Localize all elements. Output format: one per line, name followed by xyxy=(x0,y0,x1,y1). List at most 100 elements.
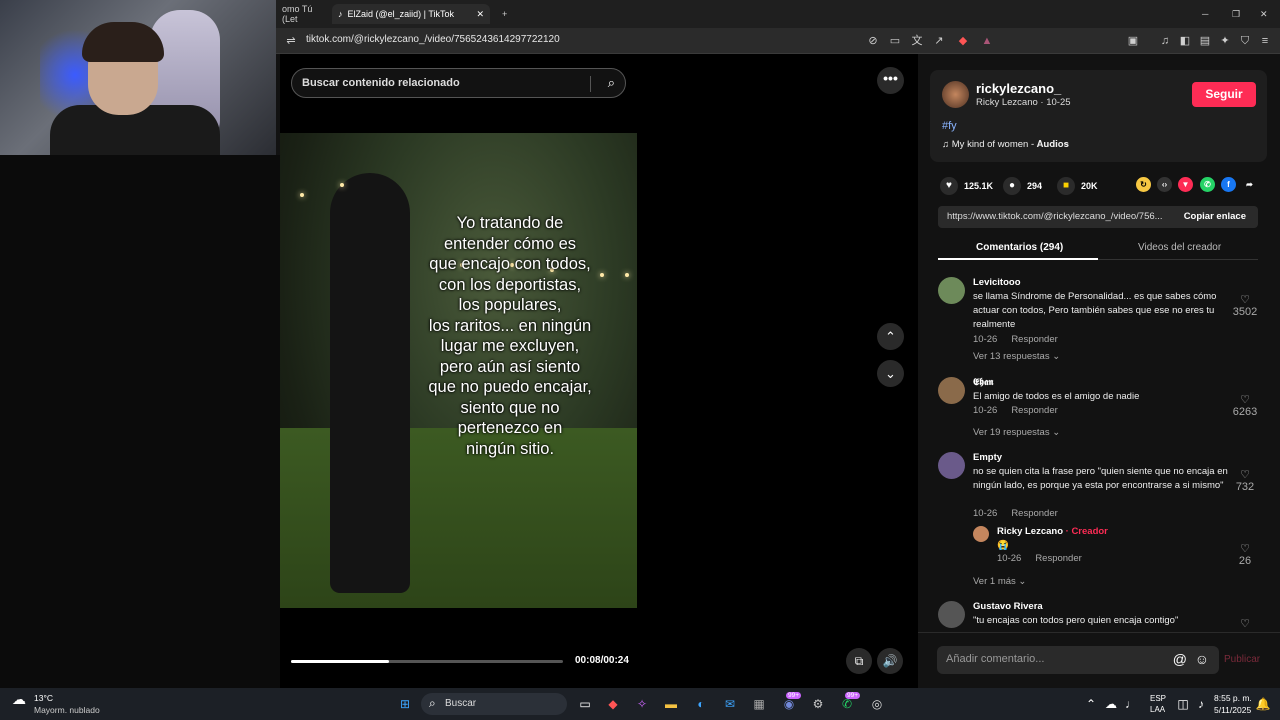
publish-button[interactable]: Publicar xyxy=(1224,654,1260,665)
translate-icon[interactable]: 文 xyxy=(910,34,924,48)
comment-like[interactable]: ♡ 732 xyxy=(1230,468,1260,493)
share-link-url[interactable]: https://www.tiktok.com/@rickylezcano_/vi… xyxy=(947,211,1163,222)
comment-author[interactable]: 𝕰𝖍𝖆𝖓 xyxy=(973,377,993,388)
comment-author[interactable]: Gustavo Rivera xyxy=(973,601,1043,612)
panel-icon[interactable]: ◧ xyxy=(1178,34,1192,48)
repost-icon[interactable]: ↻ xyxy=(1136,177,1151,192)
vpn-icon[interactable]: ⛉ xyxy=(1238,34,1252,48)
music-icon[interactable]: ♫ xyxy=(1158,34,1172,48)
comment-like[interactable]: ♡ xyxy=(1230,617,1260,630)
comment-author[interactable]: Ricky Lezcano · Creador xyxy=(997,526,1108,537)
facebook-icon[interactable]: f xyxy=(1221,177,1236,192)
site-info-icon[interactable]: ⇌ xyxy=(284,34,298,48)
wallet-icon[interactable]: ▤ xyxy=(1198,34,1212,48)
heart-icon: ♡ xyxy=(1240,543,1250,555)
avatar[interactable] xyxy=(938,601,965,628)
comment-author[interactable]: Levicitooo xyxy=(973,277,1021,288)
share-arrow-icon[interactable]: ➦ xyxy=(1242,177,1257,192)
edge-icon[interactable]: ◐ xyxy=(690,693,712,715)
lang-code[interactable]: ESP xyxy=(1150,694,1166,703)
avatar[interactable] xyxy=(942,81,969,108)
notification-icon[interactable]: 🔔 xyxy=(1252,693,1274,715)
obs-icon[interactable]: ◎ xyxy=(866,693,888,715)
search-input[interactable]: Buscar contenido relacionado ⌕ xyxy=(291,68,626,98)
comment-like[interactable]: ♡ 26 xyxy=(1230,542,1260,567)
comment-date: 10-26 xyxy=(997,553,1022,564)
mention-icon[interactable]: @ xyxy=(1173,651,1187,667)
comment-button[interactable]: ● 294 xyxy=(1003,177,1042,195)
outlook-icon[interactable]: ✉ xyxy=(719,693,741,715)
mini-player-button[interactable]: ⧉ xyxy=(846,648,872,674)
view-more-replies-button[interactable]: Ver 1 más ⌄ xyxy=(973,576,1026,587)
avatar[interactable] xyxy=(938,377,965,404)
share-icon[interactable]: ↗ xyxy=(932,34,946,48)
author-username[interactable]: rickylezcano_ xyxy=(976,81,1061,96)
comment-icon: ● xyxy=(1003,177,1021,195)
progress-bar[interactable] xyxy=(291,660,563,663)
next-video-button[interactable]: ⌄ xyxy=(877,360,904,387)
comment-like[interactable]: ♡ 3502 xyxy=(1230,293,1260,318)
tab-active[interactable]: ♪ ElZaid (@el_zaiid) | TikTok ✕ xyxy=(332,4,490,24)
volume-icon[interactable]: ♪ xyxy=(1190,693,1212,715)
avatar[interactable] xyxy=(973,526,989,542)
lang-layout[interactable]: LAA xyxy=(1150,705,1165,714)
minimize-icon[interactable]: ─ xyxy=(1196,4,1214,24)
embed-icon[interactable]: ‹› xyxy=(1157,177,1172,192)
reply-button[interactable]: Responder xyxy=(1011,508,1057,519)
music-link[interactable]: ♫ My kind of women - 𝐀𝐮𝐝𝐢𝐨𝐬 xyxy=(942,139,1069,150)
hashtag-link[interactable]: #fy xyxy=(942,120,957,132)
clock-date[interactable]: 5/11/2025 xyxy=(1214,705,1251,715)
comment-meta: 10-26 Responder xyxy=(973,508,1072,519)
file-explorer-icon[interactable]: ▬ xyxy=(660,693,682,715)
like-button[interactable]: ♥ 125.1K xyxy=(940,177,993,195)
sidebar-icon[interactable]: ▣ xyxy=(1126,34,1140,48)
reply-button[interactable]: Responder xyxy=(1035,553,1081,564)
whatsapp-icon[interactable]: ✆ xyxy=(1200,177,1215,192)
clock-time[interactable]: 8:55 p. m. xyxy=(1214,693,1252,703)
view-replies-button[interactable]: Ver 13 respuestas ⌄ xyxy=(973,351,1060,362)
avatar[interactable] xyxy=(938,277,965,304)
comment-like[interactable]: ♡ 6263 xyxy=(1230,393,1260,418)
send-icon[interactable]: ▼ xyxy=(1178,177,1193,192)
onedrive-icon[interactable]: ☁ xyxy=(1100,693,1122,715)
avatar[interactable] xyxy=(938,452,965,479)
tab-comments[interactable]: Comentarios (294) xyxy=(976,242,1063,253)
close-window-icon[interactable]: ✕ xyxy=(1254,4,1274,24)
weather-icon[interactable]: ☁ xyxy=(12,691,32,711)
url-field[interactable]: tiktok.com/@rickylezcano_/video/75652436… xyxy=(306,34,560,45)
close-tab-icon[interactable]: ✕ xyxy=(476,9,484,20)
emoji-icon[interactable]: ☺ xyxy=(1195,651,1209,667)
store-icon[interactable]: ▦ xyxy=(748,693,770,715)
brave-icon[interactable]: ◆ xyxy=(602,693,624,715)
copy-link-button[interactable]: Copiar enlace xyxy=(1184,211,1246,222)
tab-creator-videos[interactable]: Videos del creador xyxy=(1138,242,1221,253)
start-icon[interactable]: ⊞ xyxy=(394,693,416,715)
view-replies-button[interactable]: Ver 19 respuestas ⌄ xyxy=(973,427,1060,438)
task-view-icon[interactable]: ▭ xyxy=(574,693,596,715)
brave-shield-icon[interactable]: ◆ xyxy=(956,34,970,48)
tab-inactive[interactable]: omo Tú (Let xyxy=(276,4,328,24)
menu-icon[interactable]: ≡ xyxy=(1258,34,1272,48)
reply-button[interactable]: Responder xyxy=(1011,405,1057,416)
comment-author[interactable]: Empty xyxy=(973,452,1002,463)
search-icon[interactable]: ⌕ xyxy=(608,75,615,91)
rewards-icon[interactable]: ▲ xyxy=(980,34,994,48)
cast-icon[interactable]: ▭ xyxy=(888,34,902,48)
copilot-icon[interactable]: ✧ xyxy=(631,693,653,715)
more-options-button[interactable]: ••• xyxy=(877,67,904,94)
no-tracking-icon[interactable]: ⊘ xyxy=(866,34,880,48)
save-button[interactable]: ■ 20K xyxy=(1057,177,1098,195)
leo-icon[interactable]: ✦ xyxy=(1218,34,1232,48)
steam-icon[interactable]: ⚙ xyxy=(807,693,829,715)
volume-button[interactable]: 🔊 xyxy=(877,648,903,674)
new-tab-button[interactable]: + xyxy=(496,4,513,24)
previous-video-button[interactable]: ⌃ xyxy=(877,323,904,350)
follow-button[interactable]: Seguir xyxy=(1192,82,1256,107)
chevron-up-icon[interactable]: ⌃ xyxy=(1080,693,1102,715)
taskbar-search[interactable]: ⌕ Buscar xyxy=(421,693,567,715)
weather-desc: Mayorm. nublado xyxy=(34,705,100,715)
maximize-icon[interactable]: ❐ xyxy=(1226,4,1246,24)
comment-input[interactable]: Añadir comentario... @ ☺ xyxy=(937,646,1219,674)
mic-icon[interactable]: ♩ xyxy=(1120,693,1142,715)
reply-button[interactable]: Responder xyxy=(1011,334,1057,345)
